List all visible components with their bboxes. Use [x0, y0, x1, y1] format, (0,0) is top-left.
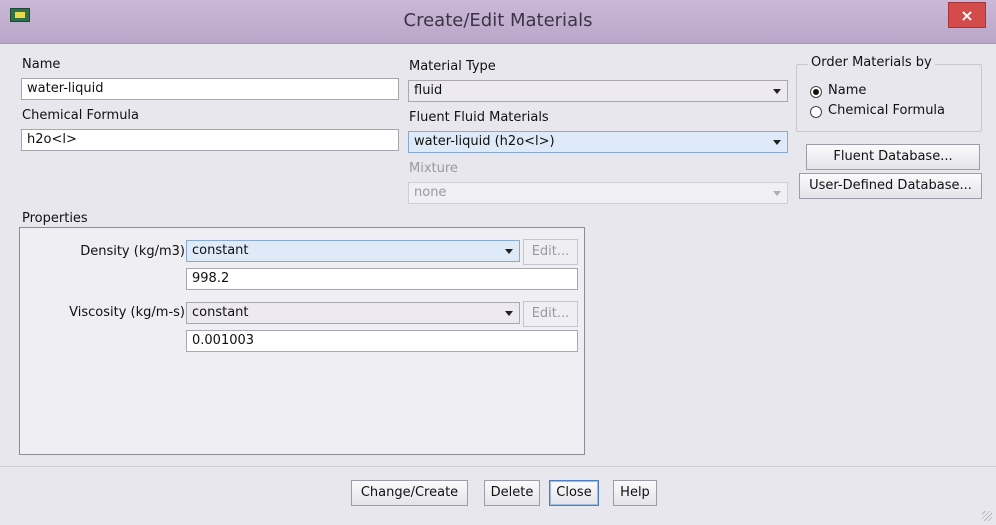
- density-label: Density (kg/m3): [80, 244, 185, 259]
- mixture-label: Mixture: [409, 161, 458, 176]
- chevron-down-icon: [505, 311, 513, 316]
- order-by-formula-radio[interactable]: [810, 106, 822, 118]
- order-by-label: Order Materials by: [808, 55, 935, 70]
- window-title: Create/Edit Materials: [403, 10, 593, 31]
- fluent-materials-dropdown[interactable]: water-liquid (h2o<l>): [408, 131, 788, 153]
- density-method-dropdown[interactable]: constant: [186, 240, 520, 262]
- order-by-name-label[interactable]: Name: [828, 83, 866, 98]
- resize-grip-icon[interactable]: [982, 511, 992, 521]
- material-type-label: Material Type: [409, 59, 496, 74]
- material-type-dropdown[interactable]: fluid: [408, 80, 788, 102]
- mixture-dropdown[interactable]: none: [408, 182, 788, 204]
- name-input[interactable]: water-liquid: [21, 78, 399, 100]
- viscosity-value-input[interactable]: 0.001003: [186, 330, 578, 352]
- fluent-database-button[interactable]: Fluent Database...: [806, 144, 980, 170]
- delete-button[interactable]: Delete: [484, 480, 540, 506]
- fluent-materials-label: Fluent Fluid Materials: [409, 110, 549, 125]
- order-by-group: [796, 64, 982, 132]
- fluent-materials-value: water-liquid (h2o<l>): [414, 134, 555, 149]
- close-button[interactable]: Close: [549, 480, 599, 506]
- viscosity-method-dropdown[interactable]: constant: [186, 302, 520, 324]
- viscosity-method-value: constant: [192, 305, 249, 320]
- chevron-down-icon: [505, 249, 513, 254]
- window-close-button[interactable]: ×: [948, 2, 986, 28]
- footer-separator: [0, 466, 996, 467]
- density-value-input[interactable]: 998.2: [186, 268, 578, 290]
- title-bar: Create/Edit Materials ×: [0, 0, 996, 44]
- user-defined-database-button[interactable]: User-Defined Database...: [799, 173, 982, 199]
- order-by-formula-label[interactable]: Chemical Formula: [828, 103, 945, 118]
- chevron-down-icon: [773, 89, 781, 94]
- chemical-formula-input[interactable]: h2o<l>: [21, 129, 399, 151]
- chevron-down-icon: [773, 191, 781, 196]
- viscosity-edit-button[interactable]: Edit...: [523, 301, 578, 327]
- material-type-value: fluid: [414, 83, 443, 98]
- change-create-button[interactable]: Change/Create: [351, 480, 468, 506]
- mixture-value: none: [414, 185, 447, 200]
- name-label: Name: [22, 57, 61, 72]
- density-edit-button[interactable]: Edit...: [523, 239, 578, 265]
- chevron-down-icon: [773, 140, 781, 145]
- help-button[interactable]: Help: [613, 480, 657, 506]
- properties-label: Properties: [22, 211, 88, 226]
- order-by-name-radio[interactable]: [810, 86, 822, 98]
- density-method-value: constant: [192, 243, 249, 258]
- chemical-formula-label: Chemical Formula: [22, 108, 140, 123]
- viscosity-label: Viscosity (kg/m-s): [69, 305, 185, 320]
